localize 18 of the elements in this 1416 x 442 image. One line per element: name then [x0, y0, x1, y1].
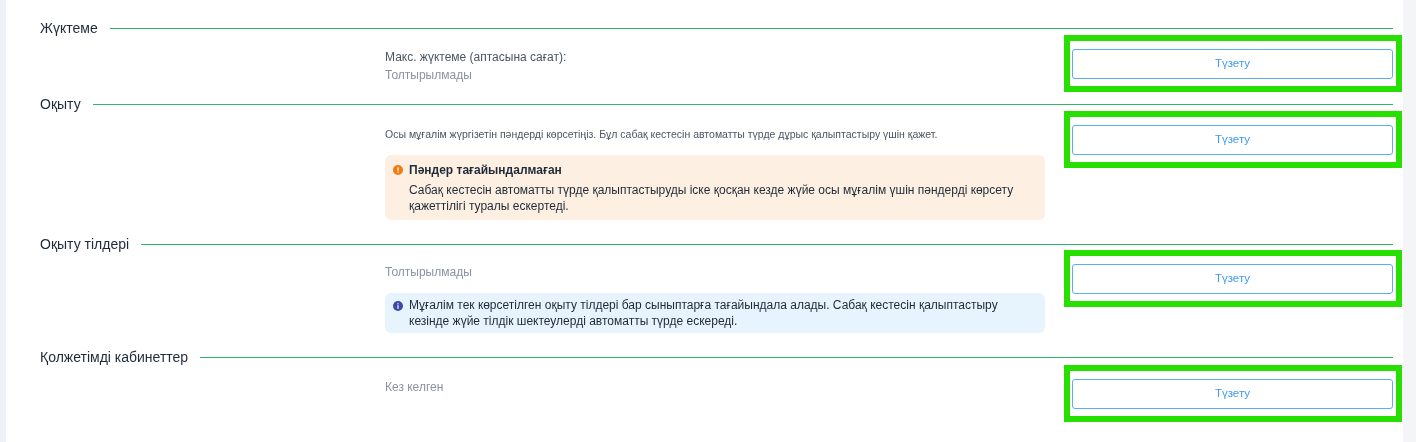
field-value: Толтырылмады: [385, 264, 473, 281]
alert-title: Пәндер тағайындалмаған: [409, 162, 563, 179]
edit-button[interactable]: Түзету: [1072, 125, 1393, 155]
alert-text: Мұғалім тек көрсетілген оқыту тілдері бар сыныптарға тағайындала алады. Сабақ кестесін қалыптастыру кезінде жүйе тілдік шектеулерді автоматты түрде ескереді.: [409, 297, 999, 329]
edit-button[interactable]: Түзету: [1072, 49, 1393, 79]
edit-button[interactable]: Түзету: [1072, 264, 1393, 294]
field-label: Макс. жүктеме (аптасына сағат):: [385, 49, 568, 66]
field-value: Толтырылмады: [385, 67, 473, 84]
info-icon: [393, 301, 403, 311]
alert-text: Сабақ кестесін автоматты түрде қалыптастыруды іске қосқан кезде жүйе осы мұғалім үшін пәндерді көрсету қажеттілігі туралы ескертеді.: [409, 182, 1015, 214]
warning-icon: [393, 165, 403, 175]
section-title: Жүктеме: [40, 18, 98, 38]
edit-button[interactable]: Түзету: [1072, 379, 1393, 409]
section-title: Қолжетімді кабинеттер: [40, 347, 189, 367]
section-title: Оқыту: [40, 94, 81, 114]
field-value: Кез келген: [385, 379, 445, 396]
hint-text: Осы мұғалім жүргізетін пәндерді көрсетіңіз. Бұл сабақ кестесін автоматты түрде дұрыс қалыптастыру үшін қажет.: [385, 127, 939, 142]
section-title: Оқыту тілдері: [40, 234, 130, 254]
